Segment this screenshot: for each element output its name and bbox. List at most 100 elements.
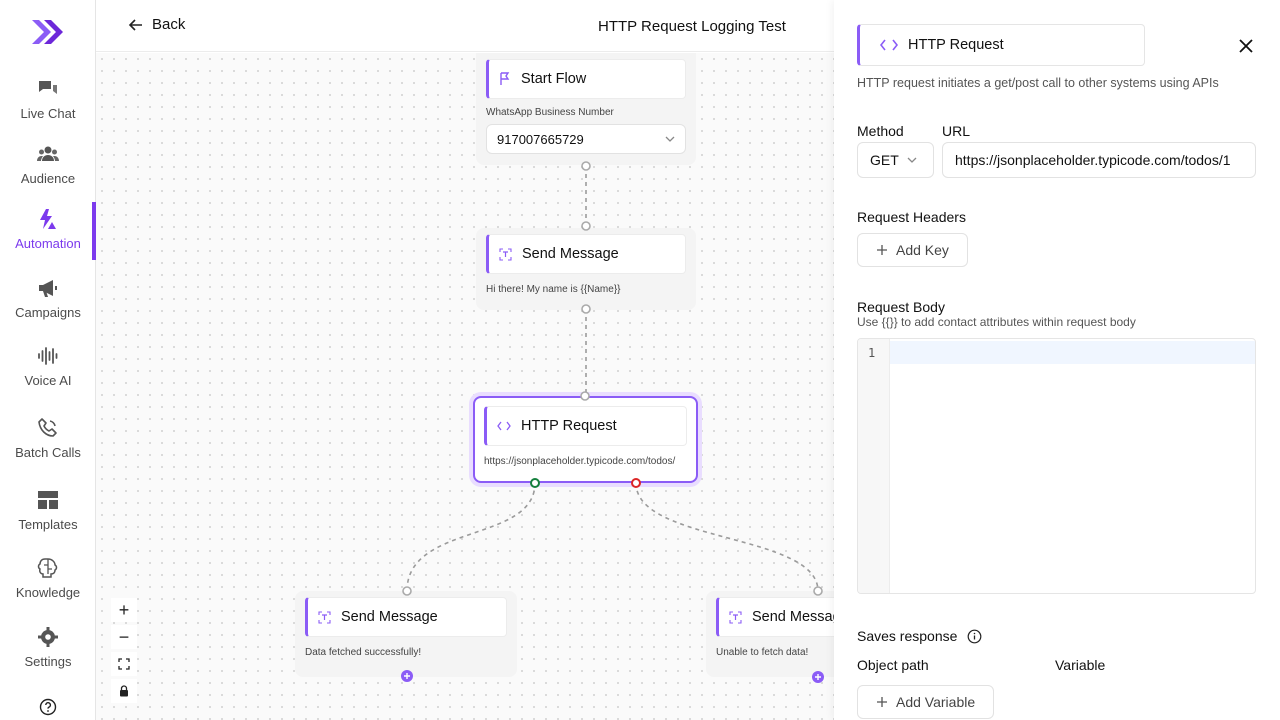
templates-icon	[38, 491, 58, 509]
node-send-message[interactable]: Send Message Hi there! My name is {{Name…	[476, 228, 696, 310]
flow-canvas[interactable]: Start Flow WhatsApp Business Number 9170…	[96, 53, 834, 720]
sidebar: Live Chat Audience Automation Campaigns …	[0, 0, 96, 720]
nav-label: Audience	[20, 171, 76, 186]
request-headers-label: Request Headers	[857, 209, 966, 225]
flag-icon	[500, 72, 510, 85]
gear-icon	[38, 627, 58, 647]
method-label: Method	[857, 123, 904, 139]
arrow-left-icon	[128, 18, 142, 31]
nav-settings[interactable]: Settings	[0, 626, 96, 690]
nav-label: Batch Calls	[15, 445, 81, 460]
nav-automation[interactable]: Automation	[0, 202, 96, 272]
megaphone-icon	[39, 280, 57, 297]
request-body-label: Request Body	[857, 299, 945, 315]
node-start-flow[interactable]: Start Flow WhatsApp Business Number 9170…	[476, 53, 696, 165]
field-label: WhatsApp Business Number	[486, 107, 614, 118]
node-send-message-success[interactable]: Send Message Data fetched successfully!	[295, 591, 517, 677]
waveform-icon	[38, 347, 58, 365]
node-title: Send Message	[522, 246, 619, 262]
node-message-preview: Hi there! My name is {{Name}}	[486, 284, 621, 295]
node-message-preview: Data fetched successfully!	[305, 647, 422, 658]
nav-live-chat[interactable]: Live Chat	[0, 78, 96, 142]
saves-response-heading: Saves response	[857, 628, 982, 644]
add-key-label: Add Key	[896, 242, 949, 258]
select-value: 917007665729	[497, 131, 584, 147]
panel-description: HTTP request initiates a get/post call t…	[857, 76, 1219, 90]
http-request-panel: HTTP Request HTTP request initiates a ge…	[834, 0, 1280, 720]
node-title: Start Flow	[521, 71, 587, 87]
chat-icon	[39, 81, 57, 94]
saves-response-label: Saves response	[857, 628, 958, 644]
node-message-preview: Unable to fetch data!	[716, 647, 809, 658]
node-title: Send Message	[341, 609, 438, 625]
back-label: Back	[152, 16, 186, 33]
editor-active-line[interactable]	[890, 341, 1255, 364]
method-select[interactable]: GET	[857, 142, 934, 178]
node-header: Send Message	[486, 234, 686, 274]
node-header: Send Message	[716, 597, 834, 637]
zoom-in-button[interactable]: +	[111, 598, 137, 622]
chevron-down-icon	[907, 157, 917, 163]
nav-batch-calls[interactable]: Batch Calls	[0, 417, 96, 481]
lock-button[interactable]	[111, 679, 137, 703]
request-body-hint: Use {{}} to add contact attributes withi…	[857, 315, 1136, 329]
node-header: HTTP Request	[484, 406, 687, 446]
node-header: Start Flow	[486, 59, 686, 99]
method-value: GET	[870, 152, 899, 168]
nav-label: Live Chat	[20, 106, 76, 121]
phone-icon	[38, 418, 57, 437]
back-button[interactable]: Back	[128, 16, 185, 33]
add-key-button[interactable]: Add Key	[857, 233, 968, 267]
code-icon	[880, 39, 898, 51]
request-body-editor[interactable]: 1	[857, 338, 1256, 594]
node-send-message-failure[interactable]: Send Message Unable to fetch data!	[706, 591, 834, 677]
chevron-down-icon	[665, 136, 675, 142]
text-message-icon	[729, 610, 742, 624]
line-number: 1	[868, 346, 876, 360]
object-path-label: Object path	[857, 657, 929, 673]
minus-icon: −	[118, 626, 130, 647]
brain-icon	[37, 558, 58, 578]
plus-icon	[877, 245, 887, 255]
nav-knowledge[interactable]: Knowledge	[0, 557, 96, 621]
help-icon[interactable]	[39, 698, 57, 716]
nav-voice-ai[interactable]: Voice AI	[0, 345, 96, 409]
node-http-request[interactable]: HTTP Request https://jsonplaceholder.typ…	[473, 396, 698, 483]
url-input[interactable]	[942, 142, 1256, 178]
fit-view-button[interactable]	[111, 652, 137, 676]
node-url-preview: https://jsonplaceholder.typicode.com/tod…	[484, 456, 676, 467]
add-variable-button[interactable]: Add Variable	[857, 685, 995, 719]
text-message-icon	[499, 247, 512, 261]
nav-label: Automation	[15, 236, 81, 251]
text-message-icon	[318, 610, 331, 624]
code-icon	[497, 421, 511, 431]
editor-gutter: 1	[858, 339, 890, 593]
nav-label: Settings	[24, 654, 72, 669]
zoom-out-button[interactable]: −	[111, 625, 137, 649]
variable-label: Variable	[1055, 657, 1106, 673]
plus-icon: +	[118, 599, 130, 620]
edge-http-failure	[635, 482, 819, 592]
nav-campaigns[interactable]: Campaigns	[0, 277, 96, 341]
edge-http-success	[406, 482, 536, 592]
brand-logo-icon[interactable]	[30, 18, 66, 46]
info-icon[interactable]	[967, 629, 982, 644]
lock-icon	[120, 685, 128, 697]
close-icon[interactable]	[1236, 36, 1256, 56]
plus-icon	[877, 697, 887, 707]
nav-audience[interactable]: Audience	[0, 143, 96, 207]
node-title: HTTP Request	[521, 418, 617, 434]
fit-view-icon	[118, 658, 130, 670]
whatsapp-number-select[interactable]: 917007665729	[486, 124, 686, 154]
nav-label: Campaigns	[15, 305, 81, 320]
panel-title: HTTP Request	[908, 37, 1004, 53]
panel-header: HTTP Request	[857, 24, 1145, 66]
users-icon	[37, 146, 59, 161]
nav-label: Templates	[18, 517, 78, 532]
flow-title: HTTP Request Logging Test	[598, 18, 786, 35]
nav-label: Voice AI	[24, 373, 72, 388]
nav-templates[interactable]: Templates	[0, 489, 96, 553]
node-title: Send Message	[752, 609, 834, 625]
automation-icon	[40, 209, 56, 229]
topbar: Back HTTP Request Logging Test	[96, 0, 834, 52]
